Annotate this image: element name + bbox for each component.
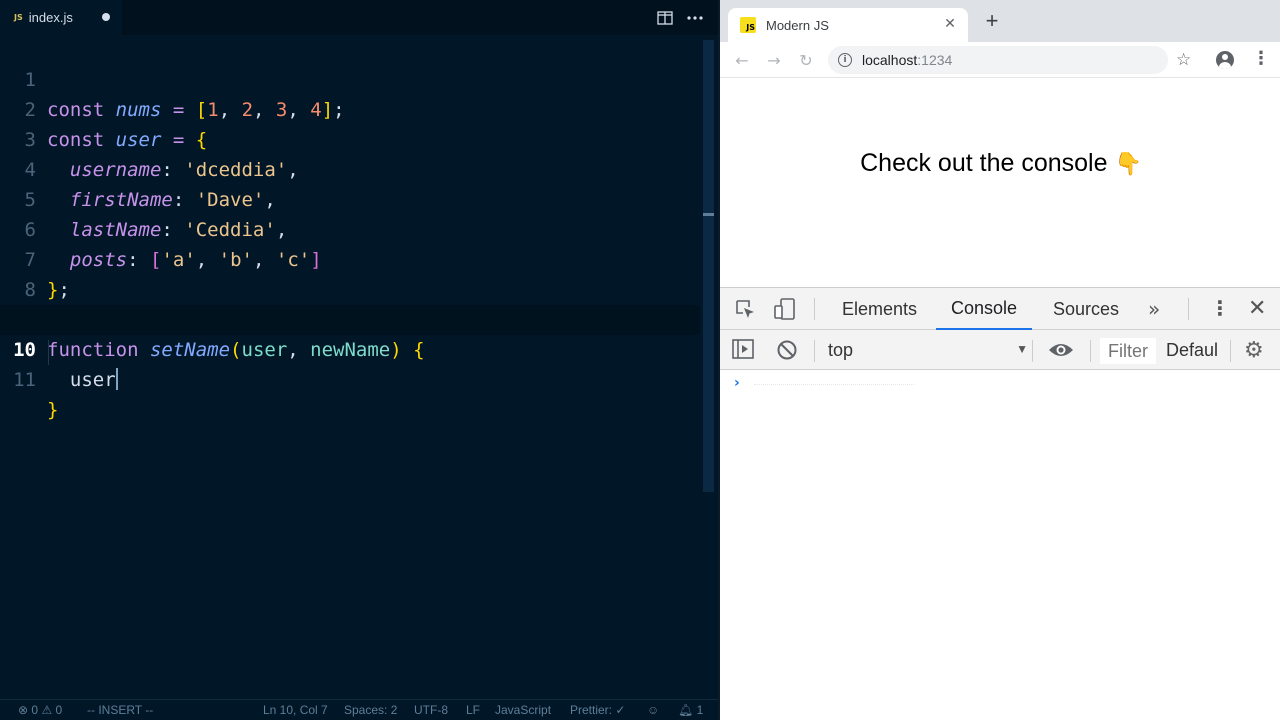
console-output[interactable]: › [720, 370, 1280, 720]
unsaved-dot-icon[interactable] [102, 13, 110, 21]
url-host: localhost [862, 52, 918, 68]
toolbar-divider [1188, 298, 1189, 320]
js-file-icon: JS [14, 13, 23, 22]
line-number: 11 [13, 369, 36, 391]
browser-window: JS Modern JS ✕ + ← → ↻ i localhost:1234 … [718, 0, 1280, 720]
live-expression-eye-icon[interactable] [1048, 340, 1074, 364]
reload-icon[interactable]: ↻ [796, 50, 816, 70]
devtools-panel: Elements Console Sources » ⋮ ✕ top ▼ Fil… [720, 287, 1280, 720]
prettier-status[interactable]: Prettier: ✓ [570, 703, 625, 717]
code-area[interactable]: 1 const nums = [1, 2, 3, 4]; 2 const use… [0, 35, 700, 421]
scrollbar-cursor-marker [703, 213, 714, 216]
more-tabs-icon[interactable]: » [1148, 297, 1160, 321]
warning-count: 0 [55, 703, 63, 717]
inspect-element-icon[interactable] [734, 298, 756, 320]
code-line: 9 function setName(user, newName) { [0, 275, 700, 361]
code-line: 7 }; [0, 215, 700, 301]
browser-tab-title: Modern JS [766, 17, 829, 33]
url-port: :1234 [917, 52, 953, 68]
bookmark-star-icon[interactable]: ☆ [1176, 50, 1191, 70]
address-bar[interactable]: i localhost:1234 [828, 46, 1168, 74]
feedback-icon[interactable]: ☺ [647, 703, 659, 717]
file-encoding[interactable]: UTF-8 [414, 703, 448, 717]
code-line: 2 const user = { [0, 65, 700, 151]
js-favicon-icon: JS [740, 17, 756, 33]
problems-indicator[interactable]: ⊗ 0 ⚠ 0 [18, 703, 62, 717]
new-tab-icon[interactable]: + [982, 10, 1002, 32]
devtools-menu-icon[interactable]: ⋮ [1210, 296, 1230, 320]
check-icon: ✓ [615, 703, 626, 717]
profile-avatar-icon[interactable] [1216, 51, 1234, 69]
text-cursor [115, 368, 118, 390]
code-line-current: 10 user [0, 305, 700, 391]
tab-sources[interactable]: Sources [1053, 288, 1119, 330]
indent-guide [48, 340, 49, 365]
toolbar-divider [1032, 340, 1033, 362]
forward-arrow-icon[interactable]: → [764, 50, 784, 70]
bell-icon: 🔔︎ [678, 703, 694, 717]
toolbar-divider [1090, 340, 1091, 362]
console-toolbar: top ▼ Defaul ⚙ [720, 330, 1280, 370]
error-icon: ⊗ [18, 703, 29, 717]
line-endings[interactable]: LF [466, 703, 480, 717]
warning-icon: ⚠ [41, 703, 53, 717]
editor-tab-filename: index.js [28, 10, 73, 25]
browser-tab-strip: JS Modern JS ✕ + [720, 0, 1280, 42]
execution-context-select[interactable]: top ▼ [828, 338, 1028, 362]
close-devtools-icon[interactable]: ✕ [1248, 296, 1266, 321]
error-count: 0 [31, 703, 39, 717]
pointing-down-icon: 👇 [1114, 151, 1142, 176]
close-tab-icon[interactable]: ✕ [942, 16, 958, 32]
indentation[interactable]: Spaces: 2 [344, 703, 397, 717]
browser-menu-icon[interactable]: ⋮ [1252, 50, 1270, 68]
vim-mode: -- INSERT -- [87, 703, 154, 717]
code-line: 3 username: 'dceddia', [0, 95, 700, 181]
editor-tab-bar: JS index.js [0, 0, 718, 35]
console-input[interactable] [754, 384, 914, 385]
page-heading-text: Check out the console [860, 149, 1108, 177]
language-mode[interactable]: JavaScript [495, 703, 551, 717]
browser-tab[interactable]: JS Modern JS ✕ [728, 8, 968, 42]
show-sidebar-icon[interactable] [732, 339, 754, 361]
prettier-label: Prettier: [570, 703, 613, 717]
typed-text: user [69, 369, 116, 391]
editor-tab-index-js[interactable]: JS index.js [0, 0, 122, 35]
page-heading: Check out the console 👇 [720, 149, 1280, 178]
tab-console[interactable]: Console [936, 288, 1033, 330]
editor-scrollbar[interactable] [703, 40, 714, 492]
toolbar-divider [1230, 340, 1231, 362]
code-line: 8 [0, 245, 700, 301]
toolbar-divider [814, 298, 815, 320]
code-line: 5 lastName: 'Ceddia', [0, 155, 700, 241]
notification-count: 1 [696, 703, 704, 717]
notifications[interactable]: 🔔︎ 1 [678, 703, 703, 717]
browser-toolbar: ← → ↻ i localhost:1234 ☆ ⋮ [720, 42, 1280, 78]
more-actions-icon[interactable] [686, 8, 704, 28]
devtools-tab-bar: Elements Console Sources » ⋮ ✕ [720, 288, 1280, 330]
device-toolbar-icon[interactable] [774, 298, 796, 320]
bracket: } [47, 399, 59, 421]
page-viewport: Check out the console 👇 [720, 79, 1280, 287]
code-line: 1 const nums = [1, 2, 3, 4]; [0, 35, 700, 121]
code-line: 6 posts: ['a', 'b', 'c'] [0, 185, 700, 271]
dropdown-arrow-icon: ▼ [1016, 342, 1028, 356]
cursor-position[interactable]: Ln 10, Col 7 [263, 703, 328, 717]
code-editor[interactable]: JS index.js 1 const nums = [1, 2, 3, 4];… [0, 0, 718, 720]
tab-elements[interactable]: Elements [842, 288, 917, 330]
split-editor-icon[interactable] [656, 8, 674, 28]
status-bar: ⊗ 0 ⚠ 0 -- INSERT -- Ln 10, Col 7 Spaces… [0, 699, 718, 720]
clear-console-icon[interactable] [776, 339, 798, 361]
console-settings-gear-icon[interactable]: ⚙ [1244, 340, 1264, 362]
console-prompt-chevron-icon: › [734, 375, 740, 391]
code-line: 4 firstName: 'Dave', [0, 125, 700, 211]
toolbar-divider [814, 340, 815, 362]
back-arrow-icon[interactable]: ← [732, 50, 752, 70]
console-filter-input[interactable] [1100, 338, 1156, 364]
code-line: 11 } [0, 335, 700, 421]
log-levels-dropdown[interactable]: Defaul [1166, 340, 1218, 361]
execution-context-value: top [828, 339, 854, 360]
site-info-icon[interactable]: i [838, 53, 852, 67]
